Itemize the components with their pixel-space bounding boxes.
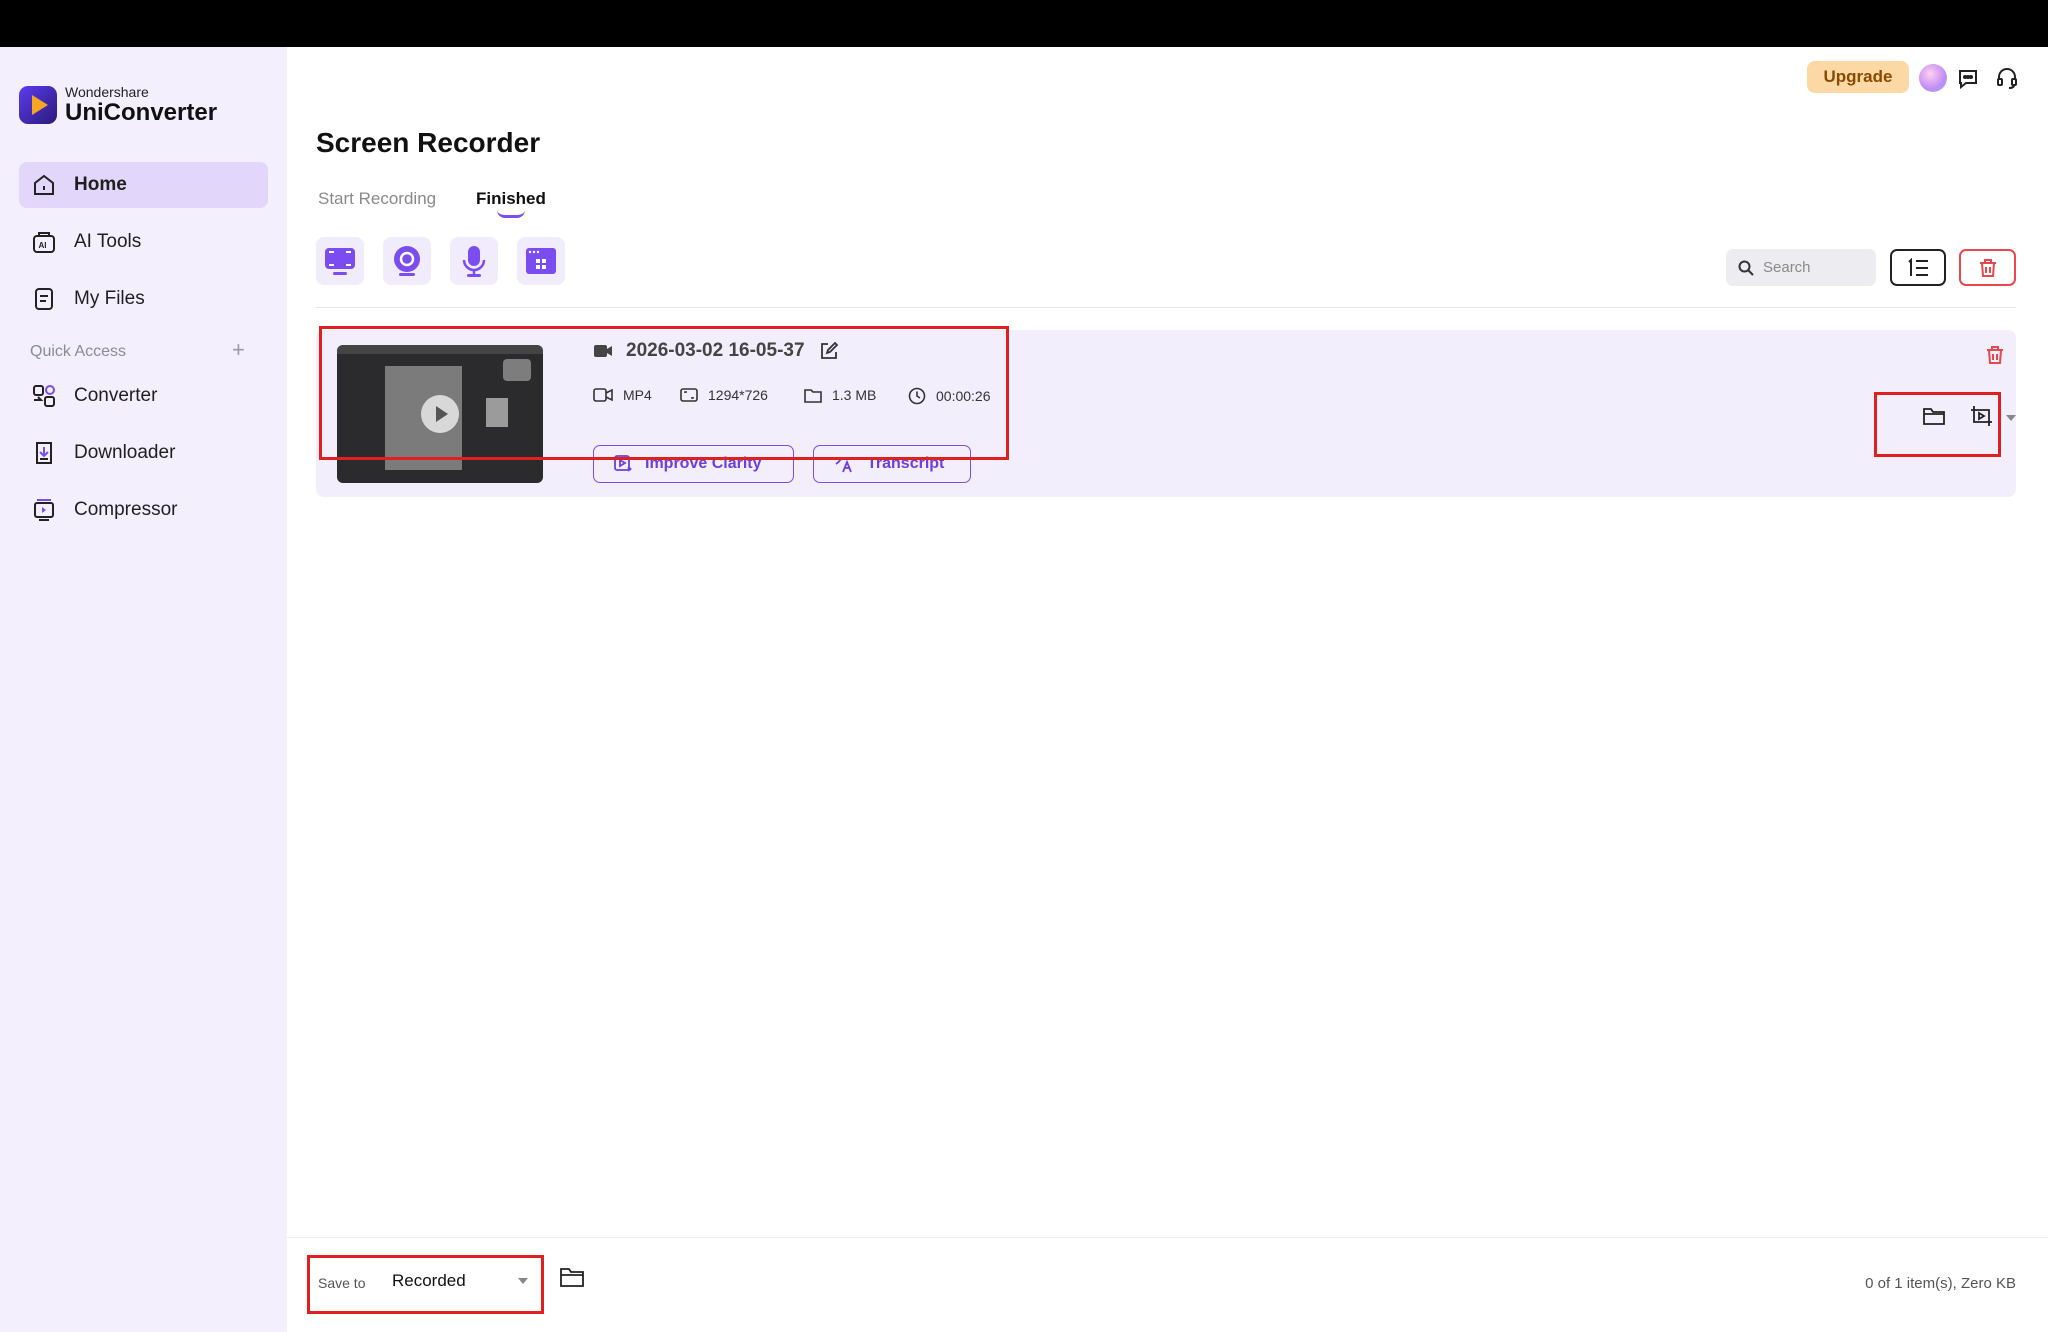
size-meta: 1.3 MB <box>804 387 876 403</box>
app-window-icon <box>526 248 556 274</box>
svg-text:AI: AI <box>39 241 47 250</box>
size-value: 1.3 MB <box>832 387 877 403</box>
ai-tools-icon: AI <box>33 232 55 253</box>
format-value: MP4 <box>623 387 652 403</box>
resolution-icon <box>680 388 698 402</box>
recording-item: 2026-03-02 16-05-37 MP4 1294*726 1.3 MB … <box>316 330 2016 497</box>
sidebar-item-label: Downloader <box>74 442 176 463</box>
sidebar-item-my-files[interactable]: My Files <box>19 276 268 322</box>
rename-icon[interactable] <box>819 341 839 361</box>
uniconverter-logo-icon <box>19 86 57 124</box>
sidebar-item-label: AI Tools <box>74 231 142 252</box>
sidebar-item-downloader[interactable]: Downloader <box>19 430 268 476</box>
video-camera-icon <box>594 345 612 357</box>
main-panel: Upgrade Screen Recorder Start Recording … <box>287 47 2048 1332</box>
list-view-button[interactable] <box>1890 249 1946 286</box>
edit-video-icon[interactable] <box>1970 405 1994 427</box>
video-format-icon <box>593 388 613 402</box>
compressor-icon <box>34 499 54 521</box>
support-headset-icon[interactable] <box>1992 63 2022 93</box>
delete-all-button[interactable] <box>1959 249 2016 286</box>
trash-icon <box>1979 258 1996 277</box>
record-audio-button[interactable] <box>450 237 498 285</box>
duration-meta: 00:00:26 <box>908 387 991 405</box>
save-location-value: Recorded <box>392 1271 466 1290</box>
screen-record-icon <box>325 248 355 275</box>
resolution-meta: 1294*726 <box>680 387 768 403</box>
footer-bar: Save to Recorded 0 of 1 item(s), Zero KB <box>287 1237 2048 1332</box>
sidebar-item-label: My Files <box>74 288 145 309</box>
clock-icon <box>908 387 926 405</box>
save-location-select[interactable]: Recorded <box>378 1261 546 1301</box>
search-icon <box>1738 260 1754 276</box>
record-screen-button[interactable] <box>316 237 364 285</box>
transcript-icon <box>835 457 852 473</box>
webcam-icon <box>394 246 420 276</box>
tab-active-indicator <box>497 210 525 218</box>
search-input[interactable] <box>1763 259 1863 276</box>
more-options-chevron-down-icon[interactable] <box>2006 415 2016 421</box>
converter-icon <box>33 385 55 407</box>
list-order-icon <box>1908 257 1928 276</box>
resolution-value: 1294*726 <box>708 387 768 403</box>
recording-thumbnail[interactable] <box>337 345 543 483</box>
sidebar: Wondershare UniConverter Home AI AI Tool… <box>0 47 287 1332</box>
browse-folder-icon[interactable] <box>560 1266 584 1288</box>
transcript-label: Transcript <box>867 455 945 472</box>
delete-recording-icon[interactable] <box>1985 345 2005 365</box>
folder-size-icon <box>804 389 822 403</box>
recording-title: 2026-03-02 16-05-37 <box>593 340 839 362</box>
duration-value: 00:00:26 <box>936 388 991 404</box>
downloader-icon <box>36 442 52 464</box>
files-icon <box>35 288 53 310</box>
page-title: Screen Recorder <box>316 127 541 158</box>
add-quick-access-icon[interactable]: + <box>232 337 245 363</box>
improve-clarity-icon <box>614 455 632 472</box>
toolbar-divider <box>316 307 2016 308</box>
item-status: 0 of 1 item(s), Zero KB <box>1865 1275 2016 1292</box>
recording-name: 2026-03-02 16-05-37 <box>626 340 805 361</box>
window-top-bar <box>0 0 2048 47</box>
record-webcam-button[interactable] <box>383 237 431 285</box>
sidebar-item-label: Converter <box>74 385 158 406</box>
tab-start-recording[interactable]: Start Recording <box>318 189 436 209</box>
sidebar-item-ai-tools[interactable]: AI AI Tools <box>19 219 268 265</box>
format-meta: MP4 <box>593 387 652 403</box>
sidebar-item-label: Home <box>74 174 127 195</box>
upgrade-button[interactable]: Upgrade <box>1807 61 1909 93</box>
app-logo: Wondershare UniConverter <box>19 85 217 125</box>
logo-brand: Wondershare <box>65 84 149 100</box>
save-to-label: Save to <box>318 1275 366 1291</box>
sidebar-item-compressor[interactable]: Compressor <box>19 487 268 533</box>
sidebar-item-home[interactable]: Home <box>19 162 268 208</box>
quick-access-label: Quick Access <box>30 343 127 360</box>
tab-finished[interactable]: Finished <box>476 189 546 209</box>
play-icon[interactable] <box>421 395 459 433</box>
sidebar-item-converter[interactable]: Converter <box>19 373 268 419</box>
sidebar-item-label: Compressor <box>74 499 178 520</box>
microphone-icon <box>462 246 486 277</box>
transcript-button[interactable]: Transcript <box>813 445 971 483</box>
open-folder-icon[interactable] <box>1923 406 1945 426</box>
messages-icon[interactable] <box>1953 63 1983 93</box>
record-app-window-button[interactable] <box>517 237 565 285</box>
avatar[interactable] <box>1919 64 1947 92</box>
logo-product: UniConverter <box>65 99 218 126</box>
search-box[interactable] <box>1726 249 1876 286</box>
home-icon <box>34 174 54 195</box>
chevron-down-icon <box>518 1278 528 1284</box>
improve-clarity-button[interactable]: Improve Clarity <box>593 445 794 483</box>
improve-clarity-label: Improve Clarity <box>645 455 762 472</box>
